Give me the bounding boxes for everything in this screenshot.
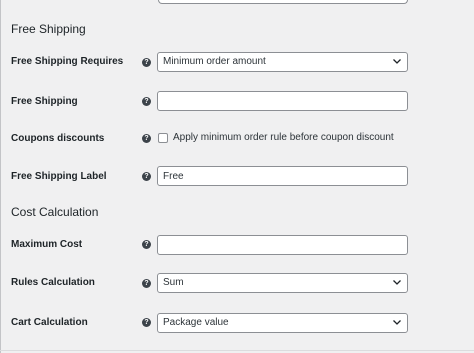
bottom-divider bbox=[0, 350, 474, 351]
apply-before-coupon-checkbox[interactable] bbox=[158, 133, 168, 143]
rules-calculation-value: Sum bbox=[163, 277, 184, 288]
rules-calculation-label: Rules Calculation bbox=[11, 277, 95, 288]
cart-calculation-value: Package value bbox=[163, 317, 229, 328]
help-icon[interactable]: ? bbox=[142, 134, 151, 143]
free-shipping-requires-label: Free Shipping Requires bbox=[11, 56, 124, 67]
rules-calculation-select[interactable]: Sum bbox=[157, 273, 408, 293]
free-shipping-label-input[interactable] bbox=[157, 166, 408, 186]
free-shipping-amount-input[interactable] bbox=[157, 91, 408, 111]
chevron-down-icon bbox=[393, 320, 401, 325]
maximum-cost-input[interactable] bbox=[157, 235, 408, 255]
free-shipping-label: Free Shipping bbox=[11, 96, 78, 107]
cart-calculation-label: Cart Calculation bbox=[11, 317, 88, 328]
help-icon[interactable]: ? bbox=[142, 279, 151, 288]
free-shipping-label-field-label: Free Shipping Label bbox=[11, 171, 107, 182]
free-shipping-requires-value: Minimum order amount bbox=[163, 56, 266, 67]
section-title-free-shipping: Free Shipping bbox=[11, 22, 86, 36]
previous-field-edge bbox=[158, 0, 408, 4]
page-left-border bbox=[0, 0, 1, 353]
free-shipping-requires-select[interactable]: Minimum order amount bbox=[157, 52, 408, 72]
help-icon[interactable]: ? bbox=[142, 172, 151, 181]
chevron-down-icon bbox=[393, 280, 401, 285]
chevron-down-icon bbox=[393, 59, 401, 64]
cart-calculation-select[interactable]: Package value bbox=[157, 313, 408, 333]
help-icon[interactable]: ? bbox=[142, 240, 151, 249]
maximum-cost-label: Maximum Cost bbox=[11, 239, 83, 250]
help-icon[interactable]: ? bbox=[142, 58, 151, 67]
help-icon[interactable]: ? bbox=[142, 97, 151, 106]
coupons-discounts-label: Coupons discounts bbox=[11, 133, 105, 144]
section-title-cost-calculation: Cost Calculation bbox=[11, 205, 99, 219]
apply-before-coupon-checkbox-label[interactable]: Apply minimum order rule before coupon d… bbox=[173, 132, 394, 144]
help-icon[interactable]: ? bbox=[142, 318, 151, 327]
